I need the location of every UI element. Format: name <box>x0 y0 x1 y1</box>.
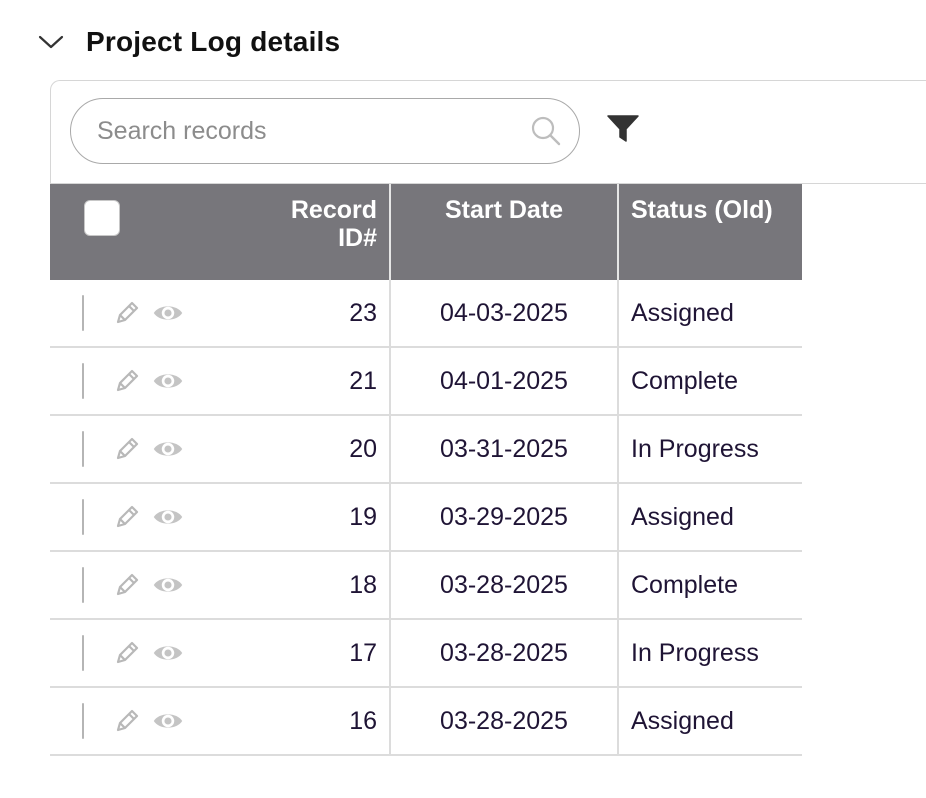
start-date-cell: 03-28-2025 <box>390 687 619 756</box>
search-icon[interactable] <box>529 114 563 148</box>
table-row[interactable]: 21 04-01-2025 Complete <box>50 347 802 416</box>
start-date-cell: 03-29-2025 <box>390 483 619 552</box>
filter-icon <box>606 113 640 150</box>
record-id-cell: 20 <box>148 415 391 484</box>
table-row[interactable]: 18 03-28-2025 Complete <box>50 551 802 620</box>
row-checkbox[interactable] <box>82 363 84 399</box>
eye-icon[interactable] <box>152 297 184 329</box>
column-header-record-id[interactable]: Record ID# <box>148 184 391 280</box>
row-select-cell <box>50 483 183 552</box>
pencil-icon[interactable] <box>112 501 142 533</box>
records-table: Record ID# Start Date Status (Old) 23 04-… <box>50 184 802 756</box>
row-select-cell <box>50 687 183 756</box>
start-date-cell: 03-28-2025 <box>390 619 619 688</box>
record-id-cell: 17 <box>148 619 391 688</box>
row-checkbox[interactable] <box>82 431 84 467</box>
select-all-header <box>50 184 148 280</box>
chevron-down-icon[interactable] <box>36 27 66 57</box>
row-checkbox[interactable] <box>82 295 84 331</box>
row-select-cell <box>50 280 183 348</box>
table-row[interactable]: 19 03-29-2025 Assigned <box>50 483 802 552</box>
record-id-cell: 21 <box>148 347 391 416</box>
pencil-icon[interactable] <box>112 433 142 465</box>
filter-button[interactable] <box>604 113 642 149</box>
start-date-cell: 04-01-2025 <box>390 347 619 416</box>
pencil-icon[interactable] <box>112 365 142 397</box>
start-date-cell: 03-28-2025 <box>390 551 619 620</box>
search-input[interactable] <box>97 116 529 146</box>
status-cell: Assigned <box>618 483 802 552</box>
start-date-cell: 03-31-2025 <box>390 415 619 484</box>
row-select-cell <box>50 619 183 688</box>
table-row[interactable]: 16 03-28-2025 Assigned <box>50 687 802 756</box>
record-id-cell: 18 <box>148 551 391 620</box>
section-header[interactable]: Project Log details <box>36 22 340 62</box>
row-checkbox[interactable] <box>82 635 84 671</box>
section-title: Project Log details <box>86 26 341 57</box>
status-cell: In Progress <box>618 415 802 484</box>
pencil-icon[interactable] <box>112 297 142 329</box>
eye-icon[interactable] <box>152 637 184 669</box>
status-cell: In Progress <box>618 619 802 688</box>
pencil-icon[interactable] <box>112 705 142 737</box>
pencil-icon[interactable] <box>112 637 142 669</box>
search-box[interactable] <box>70 98 580 164</box>
row-select-cell <box>50 415 183 484</box>
table-row[interactable]: 17 03-28-2025 In Progress <box>50 619 802 688</box>
pencil-icon[interactable] <box>112 569 142 601</box>
row-select-cell <box>50 551 183 620</box>
start-date-cell: 04-03-2025 <box>390 280 619 348</box>
record-id-cell: 16 <box>148 687 391 756</box>
eye-icon[interactable] <box>152 501 184 533</box>
select-all-checkbox[interactable] <box>84 200 120 236</box>
row-checkbox[interactable] <box>82 703 84 739</box>
record-id-cell: 19 <box>148 483 391 552</box>
eye-icon[interactable] <box>152 569 184 601</box>
status-cell: Complete <box>618 347 802 416</box>
status-cell: Assigned <box>618 280 802 348</box>
record-id-cell: 23 <box>148 280 391 348</box>
status-cell: Assigned <box>618 687 802 756</box>
column-header-status-old[interactable]: Status (Old) <box>618 184 802 280</box>
row-checkbox[interactable] <box>82 499 84 535</box>
table-header-row: Record ID# Start Date Status (Old) <box>50 184 802 280</box>
eye-icon[interactable] <box>152 365 184 397</box>
eye-icon[interactable] <box>152 433 184 465</box>
table-row[interactable]: 23 04-03-2025 Assigned <box>50 280 802 348</box>
table-row[interactable]: 20 03-31-2025 In Progress <box>50 415 802 484</box>
row-checkbox[interactable] <box>82 567 84 603</box>
row-select-cell <box>50 347 183 416</box>
eye-icon[interactable] <box>152 705 184 737</box>
column-header-start-date[interactable]: Start Date <box>390 184 619 280</box>
status-cell: Complete <box>618 551 802 620</box>
